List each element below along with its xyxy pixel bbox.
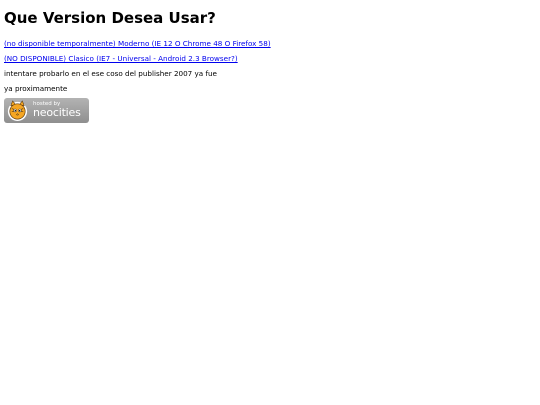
- hosted-by-neocities-badge[interactable]: hosted by neocities: [4, 98, 89, 123]
- neocities-cat-icon: [7, 100, 28, 122]
- classic-version-link[interactable]: (NO DISPONIBLE) Clasico (IE7 - Universal…: [4, 54, 534, 63]
- neocities-brand-label: neocities: [33, 106, 81, 119]
- coming-soon-text: ya proximamente: [4, 84, 68, 93]
- page-content: Que Version Desea Usar? (no disponible t…: [4, 0, 534, 123]
- page-title: Que Version Desea Usar?: [4, 9, 216, 27]
- note-text: intentare probarlo en el ese coso del pu…: [4, 69, 217, 78]
- modern-version-link[interactable]: (no disponible temporalmente) Moderno (I…: [4, 39, 534, 48]
